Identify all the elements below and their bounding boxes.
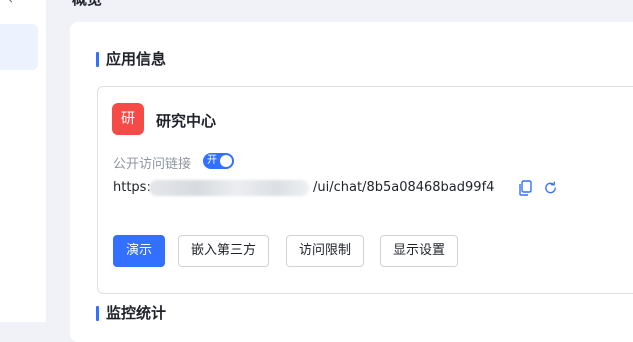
sidebar: [0, 0, 46, 322]
section-title-app-info: 应用信息: [96, 50, 166, 68]
demo-button[interactable]: 演示: [113, 235, 166, 267]
public-access-label: 公开访问链接: [113, 157, 192, 172]
section-title-monitor: 监控统计: [96, 304, 166, 322]
embed-third-party-button[interactable]: 嵌入第三方: [178, 235, 270, 267]
public-access-toggle[interactable]: 开: [203, 153, 234, 169]
link-redacted: [149, 180, 309, 196]
display-settings-button[interactable]: 显示设置: [380, 235, 459, 267]
sidebar-item-active[interactable]: [0, 24, 38, 70]
page-title: 概览: [72, 0, 102, 9]
public-link: https: /ui/chat/8b5a08468bad99f4: [113, 179, 633, 197]
toggle-label: 开: [207, 155, 217, 166]
app-name: 研究中心: [156, 112, 217, 130]
toggle-knob: [220, 155, 232, 167]
app-info-card: 研 研究中心 公开访问链接 开 https: /ui/chat/8b5a0846…: [97, 86, 633, 294]
link-prefix: https:: [113, 180, 151, 195]
access-limit-button[interactable]: 访问限制: [286, 235, 365, 267]
main-card: 应用信息 研 研究中心 公开访问链接 开 https: /ui/chat/8b5…: [70, 22, 633, 342]
link-suffix: /ui/chat/8b5a08468bad99f4: [313, 180, 495, 195]
app-avatar: 研: [112, 103, 144, 135]
copy-icon[interactable]: [518, 180, 532, 196]
chevron-left-icon[interactable]: [6, 0, 17, 3]
refresh-icon[interactable]: [543, 180, 558, 196]
